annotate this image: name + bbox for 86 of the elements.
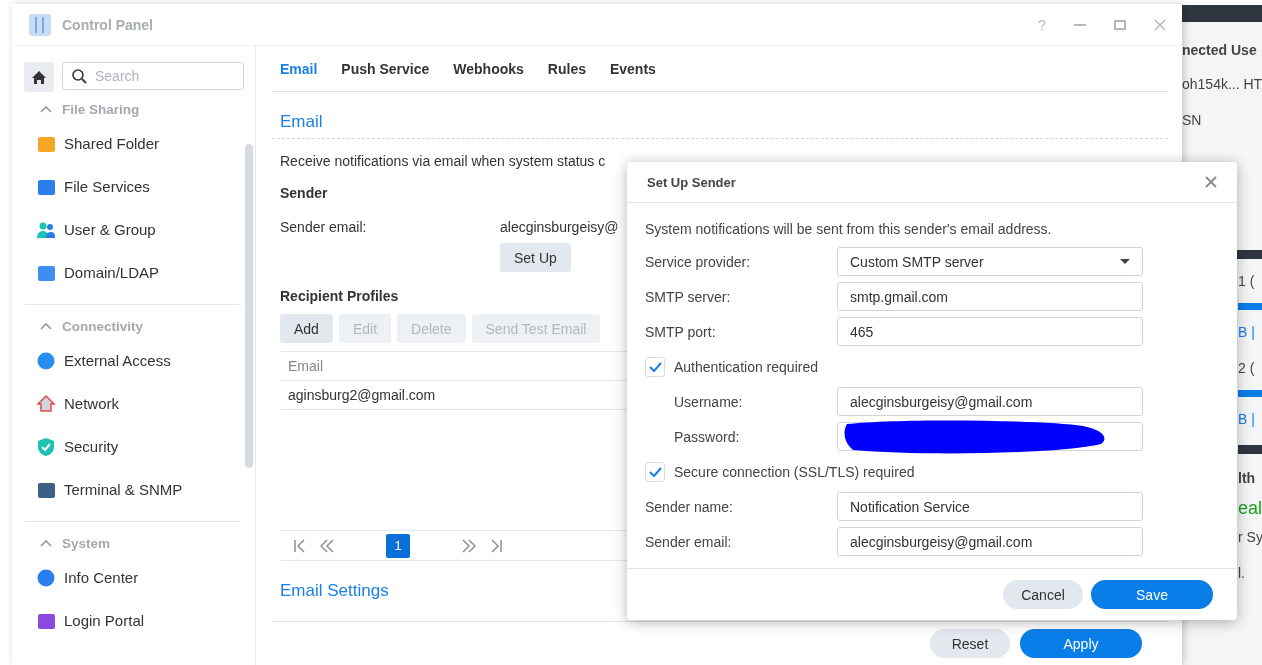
page-number[interactable]: 1 [386, 533, 410, 558]
field-value: alecginsburgeisy@ [500, 219, 619, 235]
tab[interactable]: Rules [547, 60, 586, 77]
chevron-up-icon [40, 322, 52, 330]
background-text: oh154k... HT [1182, 75, 1262, 94]
tab[interactable]: Email [280, 60, 318, 77]
minimize-icon[interactable] [1074, 23, 1086, 26]
toolbar-button[interactable]: Add [280, 314, 333, 343]
close-icon[interactable] [1154, 18, 1166, 31]
field-label: Sender name: [645, 498, 734, 515]
background-text: 2 ( [1238, 359, 1255, 378]
previous-page-icon[interactable] [320, 538, 334, 553]
window-title: Control Panel [62, 16, 153, 33]
close-button[interactable] [1205, 176, 1217, 188]
field-label: SMTP server: [645, 288, 732, 305]
sidebar-item[interactable]: File Services [24, 165, 150, 208]
description-text: Receive notifications via email when system status c [280, 153, 606, 169]
tab[interactable]: Push Service [341, 60, 430, 77]
background-text: l. [1238, 564, 1245, 583]
input-field[interactable]: Notification Service [837, 492, 1143, 521]
sidebar-item[interactable]: Security [24, 425, 119, 468]
tab[interactable]: Webhooks [453, 60, 524, 77]
field-label: Service provider: [645, 253, 752, 270]
dialog-description: System notifications will be sent from this sender's email address. [645, 221, 1052, 237]
subsection-heading: Sender [280, 185, 328, 201]
background-text: B | [1238, 323, 1255, 342]
control-panel-logo-icon [28, 12, 52, 37]
maximize-icon[interactable] [1114, 19, 1126, 30]
background-text: B | [1238, 410, 1255, 429]
check-icon [648, 466, 662, 477]
sidebar-item[interactable]: Domain/LDAP [24, 251, 160, 294]
panel-header-bar [1238, 445, 1262, 454]
sidebar-item[interactable]: External Access [24, 339, 171, 382]
set-up-button[interactable]: Set Up [500, 243, 571, 272]
chevron-up-icon [40, 539, 52, 547]
provider-dropdown[interactable]: Custom SMTP server [837, 247, 1143, 276]
background-text: 1 ( [1238, 272, 1255, 291]
caret-icon [1120, 259, 1130, 264]
last-page-icon[interactable] [490, 538, 502, 553]
sidebar-item[interactable]: User & Group [24, 208, 156, 251]
search-field[interactable]: Search [62, 62, 244, 90]
background-text: SN [1182, 111, 1202, 130]
input-field[interactable]: smtp.gmail.com [837, 282, 1143, 311]
dialog-title: Set Up Sender [647, 174, 736, 190]
field-label: Sender email: [645, 533, 733, 550]
subsection-heading: Recipient Profiles [280, 288, 399, 304]
cut-off-bar-drawing [1238, 390, 1262, 397]
sidebar-item[interactable]: Shared Folder [24, 122, 160, 165]
chevron-up-icon [40, 105, 52, 113]
background-text: nected Use [1182, 41, 1257, 60]
check-icon [648, 361, 662, 372]
input-field[interactable]: 465 [837, 317, 1143, 346]
field-label: SMTP port: [645, 323, 717, 340]
sidebar-item[interactable]: Network [24, 382, 119, 425]
sidebar-item[interactable]: Terminal & SNMP [24, 468, 183, 511]
footer-button[interactable]: Apply [1020, 629, 1142, 658]
input-field[interactable]: alecginsburgeisy@gmail.com [837, 527, 1143, 556]
dialog-button[interactable]: Save [1091, 580, 1213, 609]
checkbox-label: Authentication required [674, 358, 818, 375]
tab[interactable]: Events [609, 60, 656, 77]
dialog-button[interactable]: Cancel [1003, 580, 1083, 609]
sidebar-item[interactable]: Info Center [24, 556, 139, 599]
close-icon [1205, 176, 1217, 188]
checkbox[interactable] [645, 461, 665, 482]
home-icon [31, 69, 47, 85]
home-button[interactable] [24, 62, 54, 92]
field-label: Sender email: [280, 219, 368, 235]
checkbox-label: Secure connection (SSL/TLS) required [674, 463, 915, 480]
cut-off-bar-drawing [1238, 303, 1262, 310]
house-icon [36, 393, 56, 414]
search-icon [72, 69, 87, 84]
field-label: Password: [674, 428, 741, 445]
section-heading: Email [280, 112, 323, 132]
scrollbar[interactable] [245, 144, 253, 468]
background-text: lth [1238, 469, 1256, 488]
first-page-icon[interactable] [294, 538, 306, 553]
sidebar-item[interactable]: Login Portal [24, 599, 145, 642]
footer-button[interactable]: Reset [930, 629, 1010, 658]
shield-check-icon [36, 436, 56, 457]
field-label: Username: [674, 393, 744, 410]
section-heading: Email Settings [280, 581, 389, 601]
background-text: r Sy [1238, 528, 1262, 547]
background-text: eal [1238, 497, 1262, 519]
input-field[interactable]: alecginsburgeisy@gmail.com [837, 387, 1143, 416]
next-page-icon[interactable] [462, 538, 476, 553]
checkbox[interactable] [645, 356, 665, 377]
